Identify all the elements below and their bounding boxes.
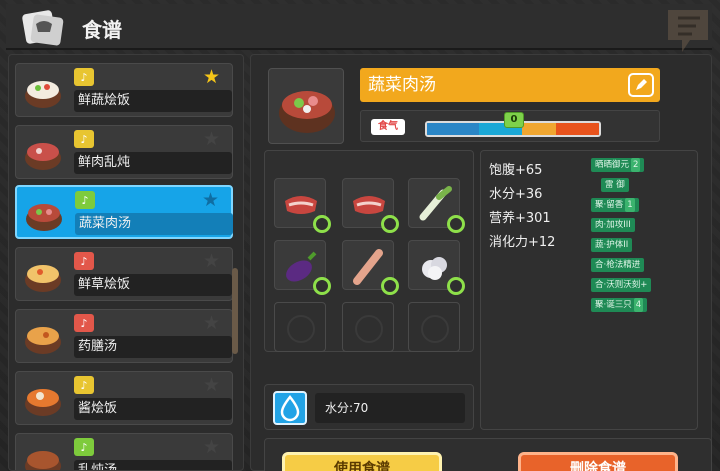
recipe-name: 蔬菜肉汤 bbox=[75, 213, 233, 235]
ingredient-slot[interactable] bbox=[342, 178, 399, 233]
recipe-item-0[interactable]: ♪ ★ 鲜蔬烩饭 bbox=[15, 63, 233, 117]
recipe-tag-icon: ♪ bbox=[74, 130, 94, 148]
favorite-star-icon[interactable]: ★ bbox=[203, 128, 220, 150]
favorite-star-icon[interactable]: ★ bbox=[202, 189, 219, 211]
recipe-item-6[interactable]: ♪ ★ 乱炖汤 bbox=[15, 433, 233, 470]
recipe-name: 鲜蔬烩饭 bbox=[74, 90, 232, 112]
check-ring-icon bbox=[381, 215, 399, 233]
check-ring-icon bbox=[313, 215, 331, 233]
recipe-tag-icon: ♪ bbox=[74, 314, 94, 332]
recipe-name: 鲜草烩饭 bbox=[74, 274, 232, 296]
water-value: 水分:70 bbox=[315, 393, 465, 423]
dish-stew-icon bbox=[25, 451, 61, 470]
recipe-name: 酱烩饭 bbox=[74, 398, 232, 420]
ingredient-slot[interactable] bbox=[342, 240, 399, 295]
ingredient-slot-empty[interactable] bbox=[274, 302, 326, 352]
check-ring-icon bbox=[447, 277, 465, 295]
dish-soup-icon bbox=[279, 91, 335, 133]
check-ring-icon bbox=[447, 215, 465, 233]
recipe-name: 药膳汤 bbox=[74, 336, 232, 358]
favorite-star-icon[interactable]: ★ bbox=[203, 312, 220, 334]
pencil-icon bbox=[636, 79, 647, 90]
effect-tag: 聚·留香 1 bbox=[591, 198, 639, 212]
recipe-tag-icon: ♪ bbox=[74, 438, 94, 456]
aroma-label: 食气 bbox=[371, 119, 405, 135]
stat-digestion: 消化力+12 bbox=[489, 235, 556, 250]
effect-tag: 合·沃则沃刻+ bbox=[591, 278, 652, 292]
effect-tag: 聚·诞三只 4 bbox=[591, 298, 648, 312]
stat-water: 水分+36 bbox=[489, 187, 543, 202]
page-title: 食谱 bbox=[82, 18, 122, 42]
favorite-star-icon[interactable]: ★ bbox=[203, 374, 220, 396]
dish-name: 蔬菜肉汤 bbox=[360, 68, 660, 102]
effect-tag: 合·枪法精进 bbox=[591, 258, 645, 272]
stat-satiety: 饱腹+65 bbox=[489, 163, 543, 178]
favorite-star-icon[interactable]: ★ bbox=[203, 436, 220, 458]
corner-decoration-icon bbox=[668, 10, 708, 52]
recipe-item-2[interactable]: ♪ ★ 蔬菜肉汤 bbox=[15, 185, 233, 239]
recipe-item-4[interactable]: ♪ ★ 药膳汤 bbox=[15, 309, 233, 363]
dish-stew-icon bbox=[25, 143, 61, 170]
stat-nutrition: 营养+301 bbox=[489, 211, 551, 226]
favorite-star-icon[interactable]: ★ bbox=[203, 250, 220, 272]
recipe-item-3[interactable]: ♪ ★ 鲜草烩饭 bbox=[15, 247, 233, 301]
list-scrollbar[interactable] bbox=[232, 268, 238, 354]
recipe-item-5[interactable]: ♪ ★ 酱烩饭 bbox=[15, 371, 233, 425]
favorite-star-icon[interactable]: ★ bbox=[203, 66, 220, 88]
water-drop-icon bbox=[273, 391, 307, 425]
use-recipe-button[interactable]: 使用食谱 bbox=[282, 452, 442, 471]
stats-panel: 饱腹+65 水分+36 营养+301 消化力+12 晒晒御元 2 雷 御 聚·留香… bbox=[480, 150, 698, 430]
ingredient-slot[interactable] bbox=[274, 178, 331, 233]
recipe-item-1[interactable]: ♪ ★ 鲜肉乱炖 bbox=[15, 125, 233, 179]
dish-soup-icon bbox=[26, 204, 62, 231]
dish-preview bbox=[268, 68, 344, 144]
dish-soup-icon bbox=[25, 327, 61, 354]
effect-tag: 肉·加攻III bbox=[591, 218, 635, 232]
dish-rice-icon bbox=[25, 81, 61, 108]
edit-name-button[interactable] bbox=[628, 73, 654, 97]
delete-recipe-button[interactable]: 删除食谱 bbox=[518, 452, 678, 471]
ingredient-slot-empty[interactable] bbox=[408, 302, 460, 352]
recipe-tag-icon: ♪ bbox=[74, 252, 94, 270]
recipe-tag-icon: ♪ bbox=[75, 191, 95, 209]
recipe-book-icon bbox=[22, 10, 64, 46]
recipe-name: 鲜肉乱炖 bbox=[74, 152, 232, 174]
effect-tag: 晒晒御元 2 bbox=[591, 158, 645, 172]
aroma-meter: 食气 0 bbox=[360, 110, 660, 142]
recipe-tag-icon: ♪ bbox=[74, 68, 94, 86]
ingredient-slot[interactable] bbox=[408, 240, 465, 295]
dish-rice-icon bbox=[25, 389, 61, 416]
aroma-marker: 0 bbox=[504, 112, 524, 128]
recipe-list: ♪ ★ 鲜蔬烩饭 ♪ ★ 鲜肉乱炖 ♪ ★ 蔬菜肉汤 ♪ ★ 鲜草烩饭 ♪ ★ … bbox=[8, 54, 244, 471]
ingredient-slot[interactable] bbox=[408, 178, 465, 233]
dish-rice-icon bbox=[25, 265, 61, 292]
ingredient-slot-empty[interactable] bbox=[342, 302, 394, 352]
recipe-name: 乱炖汤 bbox=[74, 460, 232, 470]
effect-tag: 雷 御 bbox=[601, 178, 629, 192]
check-ring-icon bbox=[381, 277, 399, 295]
recipe-tag-icon: ♪ bbox=[74, 376, 94, 394]
check-ring-icon bbox=[313, 277, 331, 295]
effect-tag: 蔬·护体II bbox=[591, 238, 633, 252]
ingredient-slot[interactable] bbox=[274, 240, 331, 295]
water-row: 水分:70 bbox=[264, 384, 474, 430]
